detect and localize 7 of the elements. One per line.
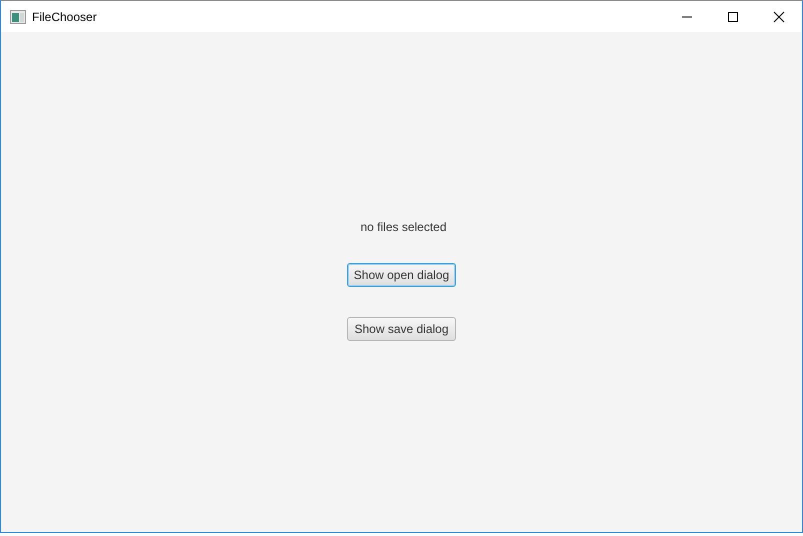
close-icon: [773, 10, 785, 22]
maximize-icon: [727, 10, 739, 22]
status-label: no files selected: [360, 220, 447, 234]
window-icon: [10, 10, 26, 24]
dialog-button[interactable]: Show save dialog: [347, 317, 456, 341]
window-title: FileChooser: [32, 10, 97, 24]
dialog-button[interactable]: Show open dialog: [346, 263, 456, 287]
